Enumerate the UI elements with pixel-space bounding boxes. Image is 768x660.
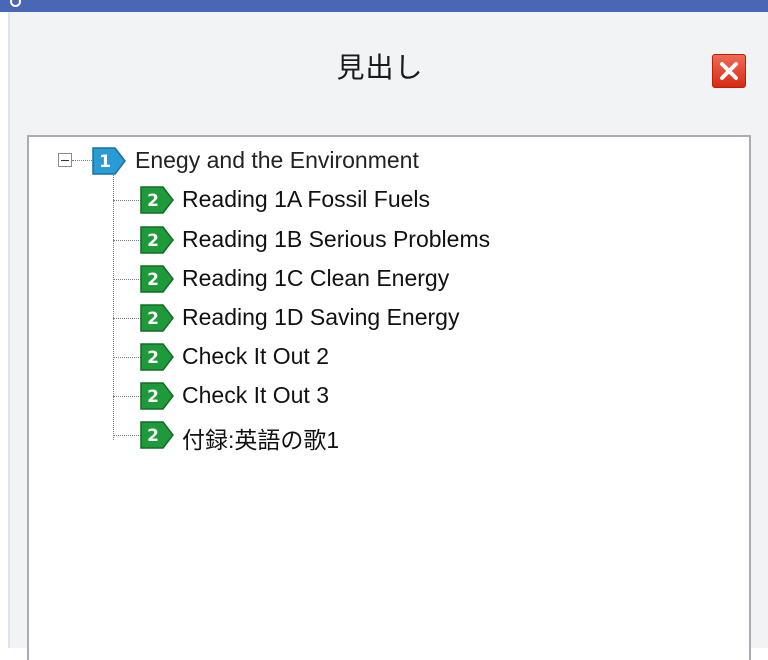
svg-text:1: 1 <box>99 152 111 172</box>
tree-trunk <box>113 175 114 440</box>
tree-branch <box>113 279 141 280</box>
svg-text:2: 2 <box>147 348 159 368</box>
level-2-badge-icon: 2 <box>140 304 174 332</box>
svg-text:2: 2 <box>147 426 159 446</box>
window-corner-mark <box>10 0 21 7</box>
tree-branch <box>113 357 141 358</box>
outline-item-label[interactable]: Reading 1B Serious Problems <box>182 226 490 253</box>
tree-branch <box>113 396 141 397</box>
svg-text:2: 2 <box>147 387 159 407</box>
tree-branch <box>113 435 141 436</box>
headings-panel: 見出し 1 Enegy and the Environment 2 Reading… <box>8 12 768 660</box>
outline-item-label[interactable]: Reading 1C Clean Energy <box>182 265 449 292</box>
tree-branch <box>113 318 141 319</box>
outline-item-label[interactable]: Check It Out 3 <box>182 382 329 409</box>
level-2-badge-icon: 2 <box>140 382 174 410</box>
svg-text:2: 2 <box>147 309 159 329</box>
svg-text:2: 2 <box>147 231 159 251</box>
panel-title: 見出し <box>336 51 424 84</box>
outline-tree: 1 Enegy and the Environment 2 Reading 1A … <box>27 135 751 660</box>
svg-text:2: 2 <box>147 191 159 211</box>
outline-item-label[interactable]: Check It Out 2 <box>182 343 329 370</box>
level-2-badge-icon: 2 <box>140 186 174 214</box>
close-icon <box>720 62 738 80</box>
close-button[interactable] <box>712 54 746 88</box>
outline-item-label[interactable]: 付録:英語の歌1 <box>182 421 339 455</box>
outline-item-label[interactable]: Reading 1D Saving Energy <box>182 304 459 331</box>
outline-item-label[interactable]: Reading 1A Fossil Fuels <box>182 186 430 213</box>
window-top-bar <box>0 0 768 12</box>
tree-branch <box>113 240 141 241</box>
collapse-toggle-icon[interactable] <box>58 153 72 167</box>
svg-text:2: 2 <box>147 270 159 290</box>
level-2-badge-icon: 2 <box>140 265 174 293</box>
level-2-badge-icon: 2 <box>140 343 174 371</box>
tree-branch <box>113 200 141 201</box>
level-2-badge-icon: 2 <box>140 421 174 449</box>
tree-connector <box>72 160 92 161</box>
level-1-badge-icon: 1 <box>92 147 126 175</box>
outline-root-label[interactable]: Enegy and the Environment <box>135 147 419 174</box>
level-2-badge-icon: 2 <box>140 226 174 254</box>
